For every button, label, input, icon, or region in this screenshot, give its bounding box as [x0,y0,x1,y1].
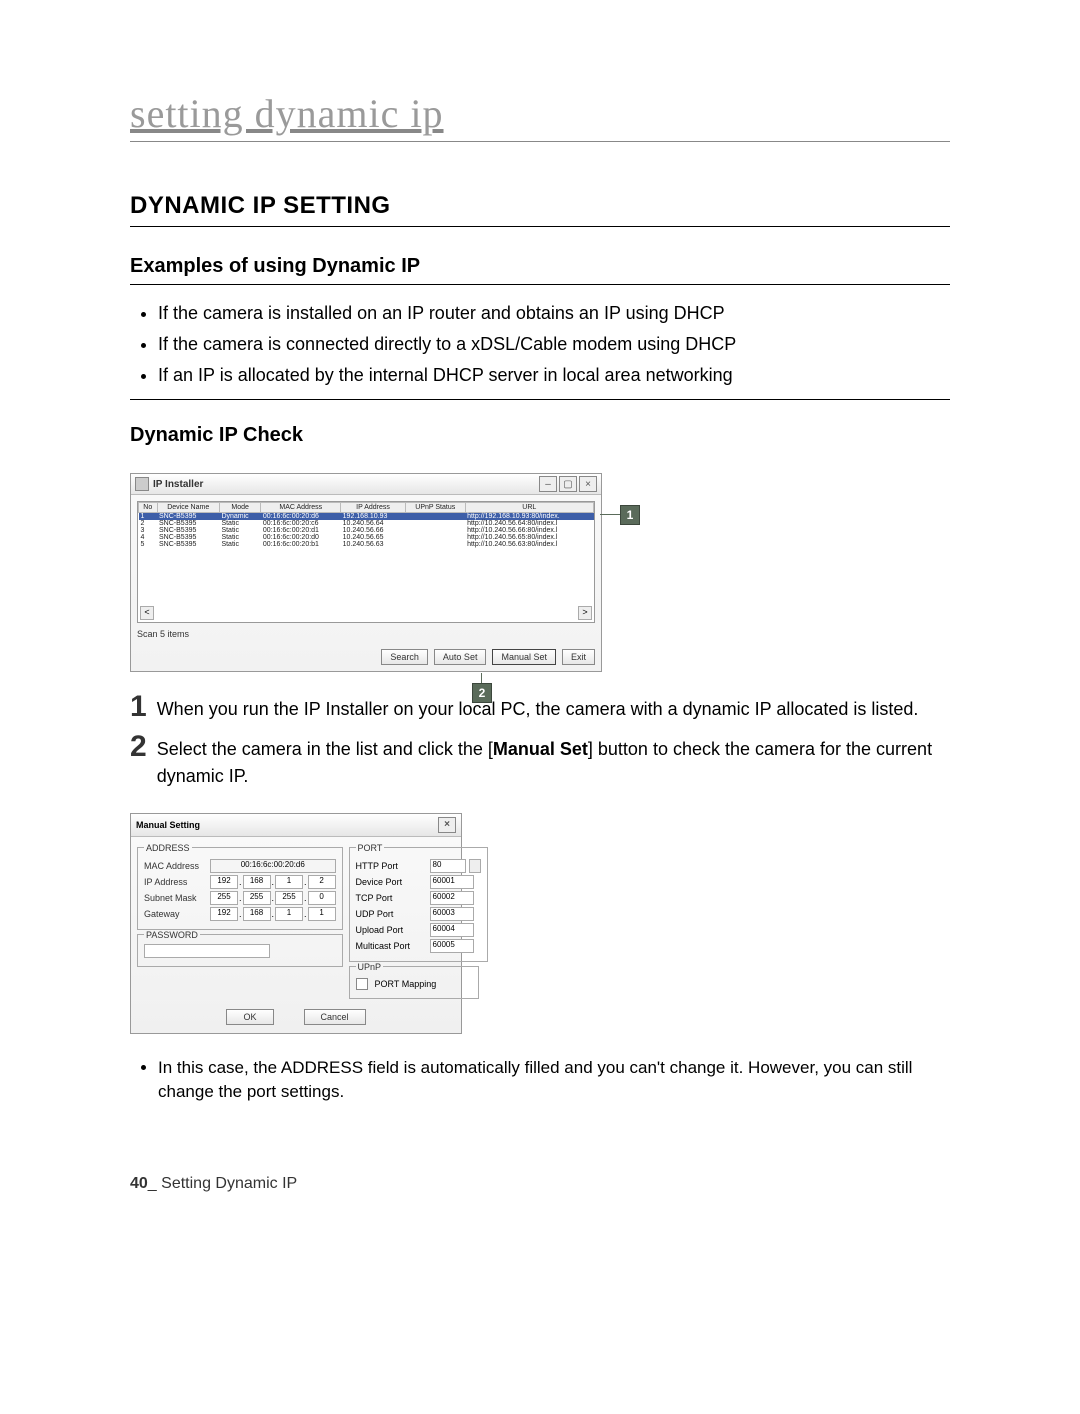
close-button[interactable]: × [438,817,456,833]
ok-button[interactable]: OK [226,1009,273,1025]
spinner-icon[interactable] [469,859,481,873]
device-port-field[interactable]: 60001 [430,875,474,889]
label-ip: IP Address [144,877,206,887]
section-title: DYNAMIC IP SETTING [130,192,950,227]
chapter-title: setting dynamic ip [130,90,950,142]
callout-badge-2: 2 [472,683,492,703]
callout-line [481,673,482,683]
callout-line [600,514,620,515]
step-text-1: When you run the IP Installer on your lo… [157,692,950,722]
gateway-segment[interactable]: 192 [210,907,238,921]
window-title: IP Installer [153,479,203,490]
scroll-right-icon[interactable]: > [578,606,592,620]
maximize-button[interactable]: ▢ [559,476,577,492]
table-row[interactable]: 5SNC-B5395Static00:16:6c:00:20:b110.240.… [139,541,594,548]
examples-list: If the camera is installed on an IP rout… [130,299,950,389]
ip-installer-window: IP Installer – ▢ × No Device Name Mode M [130,473,602,672]
step-number-2: 2 [130,732,147,788]
ip-segment[interactable]: 168 [243,875,271,889]
table-row[interactable]: 1SNC-B5395Dynamic00:16:6c:00:20:d6192.16… [139,513,594,521]
table-header-row: No Device Name Mode MAC Address IP Addre… [139,503,594,513]
subheading-check: Dynamic IP Check [130,424,950,453]
step-text-2: Select the camera in the list and click … [157,732,950,788]
multicast-port-field[interactable]: 60005 [430,939,474,953]
manual-setting-dialog: Manual Setting × ADDRESS MAC Address 00:… [130,813,462,1034]
subnet-segment[interactable]: 255 [210,891,238,905]
port-mapping-checkbox[interactable] [356,978,368,990]
dialog-title: Manual Setting [136,820,200,830]
upnp-group: UPnP PORT Mapping [349,962,479,999]
list-item: If the camera is installed on an IP rout… [158,299,950,328]
group-label: PASSWORD [144,930,200,940]
minimize-button[interactable]: – [539,476,557,492]
callout-badge-1: 1 [620,505,640,525]
table-row[interactable]: 4SNC-B5395Static00:16:6c:00:20:d010.240.… [139,534,594,541]
group-label: PORT [356,843,385,853]
label-device: Device Port [356,877,426,887]
address-group: ADDRESS MAC Address 00:16:6c:00:20:d6 IP… [137,843,343,930]
scroll-left-icon[interactable]: < [140,606,154,620]
label-udp: UDP Port [356,909,426,919]
titlebar: IP Installer – ▢ × [131,474,601,495]
ip-segment[interactable]: 192 [210,875,238,889]
gateway-segment[interactable]: 1 [308,907,336,921]
subheading-examples: Examples of using Dynamic IP [130,255,950,285]
device-table-container: No Device Name Mode MAC Address IP Addre… [137,501,595,623]
page-footer: 40_ Setting Dynamic IP [130,1175,950,1193]
table-row[interactable]: 3SNC-B5395Static00:16:6c:00:20:d110.240.… [139,527,594,534]
label-portmap: PORT Mapping [375,979,437,989]
subnet-segment[interactable]: 0 [308,891,336,905]
subnet-segment[interactable]: 255 [243,891,271,905]
table-row[interactable]: 2SNC-B5395Static00:16:6c:00:20:c610.240.… [139,520,594,527]
close-button[interactable]: × [579,476,597,492]
label-upload: Upload Port [356,925,426,935]
exit-button[interactable]: Exit [562,649,595,665]
http-port-field[interactable]: 80 [430,859,466,873]
note-block: In this case, the ADDRESS field is autom… [130,1056,950,1105]
ip-segment[interactable]: 1 [275,875,303,889]
note-item: In this case, the ADDRESS field is autom… [158,1056,950,1105]
password-field[interactable] [144,944,270,958]
label-mac: MAC Address [144,861,206,871]
label-subnet: Subnet Mask [144,893,206,903]
mac-address-field: 00:16:6c:00:20:d6 [210,859,336,873]
list-item: If an IP is allocated by the internal DH… [158,361,950,390]
autoset-button[interactable]: Auto Set [434,649,487,665]
upload-port-field[interactable]: 60004 [430,923,474,937]
divider [130,399,950,400]
list-item: If the camera is connected directly to a… [158,330,950,359]
gateway-segment[interactable]: 168 [243,907,271,921]
group-label: ADDRESS [144,843,192,853]
group-label: UPnP [356,962,384,972]
label-gateway: Gateway [144,909,206,919]
gateway-segment[interactable]: 1 [275,907,303,921]
device-table[interactable]: No Device Name Mode MAC Address IP Addre… [138,502,594,548]
tcp-port-field[interactable]: 60002 [430,891,474,905]
port-group: PORT HTTP Port 80 Device Port 60001 TCP Po… [349,843,488,962]
label-tcp: TCP Port [356,893,426,903]
search-button[interactable]: Search [381,649,428,665]
manualset-button[interactable]: Manual Set [492,649,556,665]
label-multicast: Multicast Port [356,941,426,951]
app-icon [135,477,149,491]
label-http: HTTP Port [356,861,426,871]
step-number-1: 1 [130,692,147,722]
cancel-button[interactable]: Cancel [304,1009,366,1025]
password-group: PASSWORD [137,930,343,967]
udp-port-field[interactable]: 60003 [430,907,474,921]
ip-segment[interactable]: 2 [308,875,336,889]
scan-status: Scan 5 items [137,629,595,639]
subnet-segment[interactable]: 255 [275,891,303,905]
